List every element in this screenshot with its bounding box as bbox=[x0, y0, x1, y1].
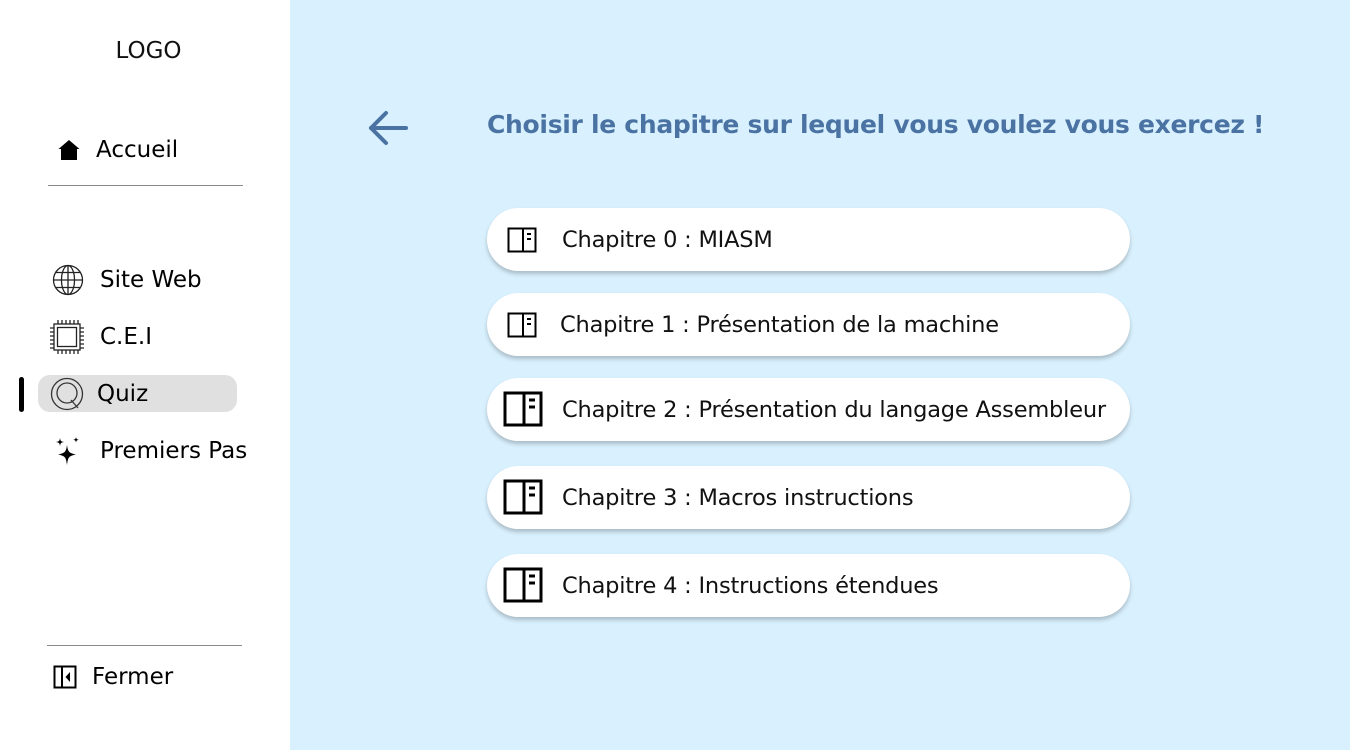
book-open-icon bbox=[503, 391, 543, 427]
sidebar-item-label: Site Web bbox=[100, 267, 202, 293]
chapter-item[interactable]: Chapitre 3 : Macros instructions bbox=[487, 466, 1130, 529]
sidebar-item-label: Accueil bbox=[96, 137, 179, 163]
sidebar-divider bbox=[47, 645, 242, 646]
sidebar-item-label: Premiers Pas bbox=[100, 438, 248, 464]
chapter-item[interactable]: Chapitre 0 : MIASM bbox=[487, 208, 1130, 271]
chapter-label: Chapitre 2 : Présentation du langage Ass… bbox=[562, 396, 1106, 423]
chapter-item[interactable]: Chapitre 4 : Instructions étendues bbox=[487, 554, 1130, 617]
sidebar-item-accueil[interactable]: Accueil bbox=[56, 134, 178, 166]
book-open-icon bbox=[503, 567, 543, 603]
chapter-item[interactable]: Chapitre 1 : Présentation de la machine bbox=[487, 293, 1130, 356]
sidebar-close-button[interactable]: Fermer bbox=[52, 660, 173, 694]
page-title: Choisir le chapitre sur lequel vous voul… bbox=[487, 110, 1265, 139]
sidebar-item-site-web[interactable]: Site Web bbox=[51, 263, 202, 297]
chapter-label: Chapitre 3 : Macros instructions bbox=[562, 484, 914, 511]
sidebar-collapse-icon bbox=[52, 665, 78, 689]
sidebar-divider bbox=[48, 185, 243, 186]
home-icon bbox=[56, 138, 82, 162]
sidebar-item-label: C.E.I bbox=[100, 324, 152, 350]
sparkles-icon bbox=[54, 436, 82, 466]
back-button[interactable] bbox=[366, 107, 410, 149]
book-open-icon bbox=[507, 312, 537, 338]
sidebar-item-label: Quiz bbox=[97, 380, 149, 407]
chip-icon bbox=[49, 319, 85, 355]
active-indicator bbox=[19, 377, 24, 412]
book-open-icon bbox=[507, 227, 537, 253]
arrow-left-icon bbox=[369, 111, 408, 145]
sidebar: LOGO Accueil Site Web C.E.I Quiz Premier… bbox=[0, 0, 290, 750]
sidebar-item-quiz[interactable]: Quiz bbox=[50, 376, 148, 411]
chapter-label: Chapitre 4 : Instructions étendues bbox=[562, 572, 939, 599]
globe-icon bbox=[51, 264, 85, 296]
chapter-label: Chapitre 0 : MIASM bbox=[562, 226, 773, 253]
sidebar-item-premiers-pas[interactable]: Premiers Pas bbox=[54, 434, 247, 468]
chapter-label: Chapitre 1 : Présentation de la machine bbox=[560, 311, 999, 338]
sidebar-item-label: Fermer bbox=[92, 664, 174, 690]
chapter-item[interactable]: Chapitre 2 : Présentation du langage Ass… bbox=[487, 378, 1130, 441]
book-open-icon bbox=[503, 479, 543, 515]
logo: LOGO bbox=[115, 38, 182, 64]
quiz-icon bbox=[50, 377, 84, 411]
sidebar-item-cei[interactable]: C.E.I bbox=[49, 319, 152, 355]
